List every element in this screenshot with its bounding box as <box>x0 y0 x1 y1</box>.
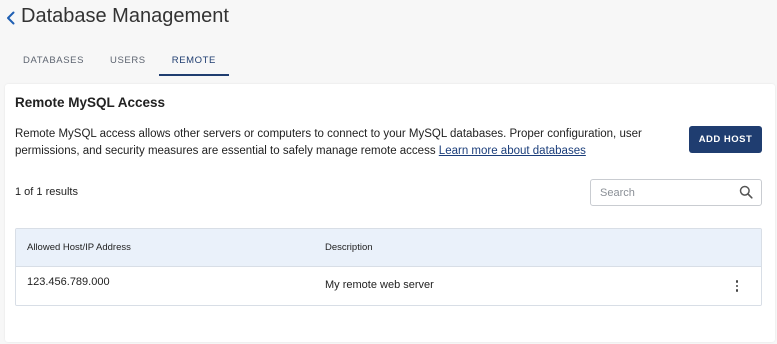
chevron-left-icon <box>6 11 14 25</box>
results-count: 1 of 1 results <box>15 186 78 198</box>
kebab-menu-icon[interactable] <box>732 278 742 294</box>
learn-more-link[interactable]: Learn more about databases <box>439 145 586 157</box>
tab-databases[interactable]: DATABASES <box>10 50 97 76</box>
back-button[interactable] <box>3 7 17 29</box>
page-title: Database Management <box>21 5 229 27</box>
search-icon[interactable] <box>739 185 753 199</box>
search-input[interactable] <box>591 180 731 205</box>
remote-access-card: Remote MySQL Access Remote MySQL access … <box>5 84 775 342</box>
table-header: Allowed Host/IP Address Description <box>16 229 761 267</box>
host-cell: 123.456.789.000 <box>27 276 110 288</box>
card-description: Remote MySQL access allows other servers… <box>15 126 655 160</box>
column-header-host[interactable]: Allowed Host/IP Address <box>27 242 131 253</box>
table-row: 123.456.789.000 My remote web server <box>16 267 761 305</box>
tab-users[interactable]: USERS <box>97 50 159 76</box>
card-title: Remote MySQL Access <box>15 95 166 110</box>
search-box <box>590 179 762 206</box>
add-host-button[interactable]: ADD HOST <box>689 126 762 153</box>
column-header-description[interactable]: Description <box>325 242 373 253</box>
description-cell: My remote web server <box>325 279 434 291</box>
tab-bar: DATABASES USERS REMOTE <box>10 50 229 76</box>
page-header: Database Management <box>0 0 777 40</box>
hosts-table: Allowed Host/IP Address Description 123.… <box>15 228 762 306</box>
tab-remote[interactable]: REMOTE <box>158 50 229 76</box>
